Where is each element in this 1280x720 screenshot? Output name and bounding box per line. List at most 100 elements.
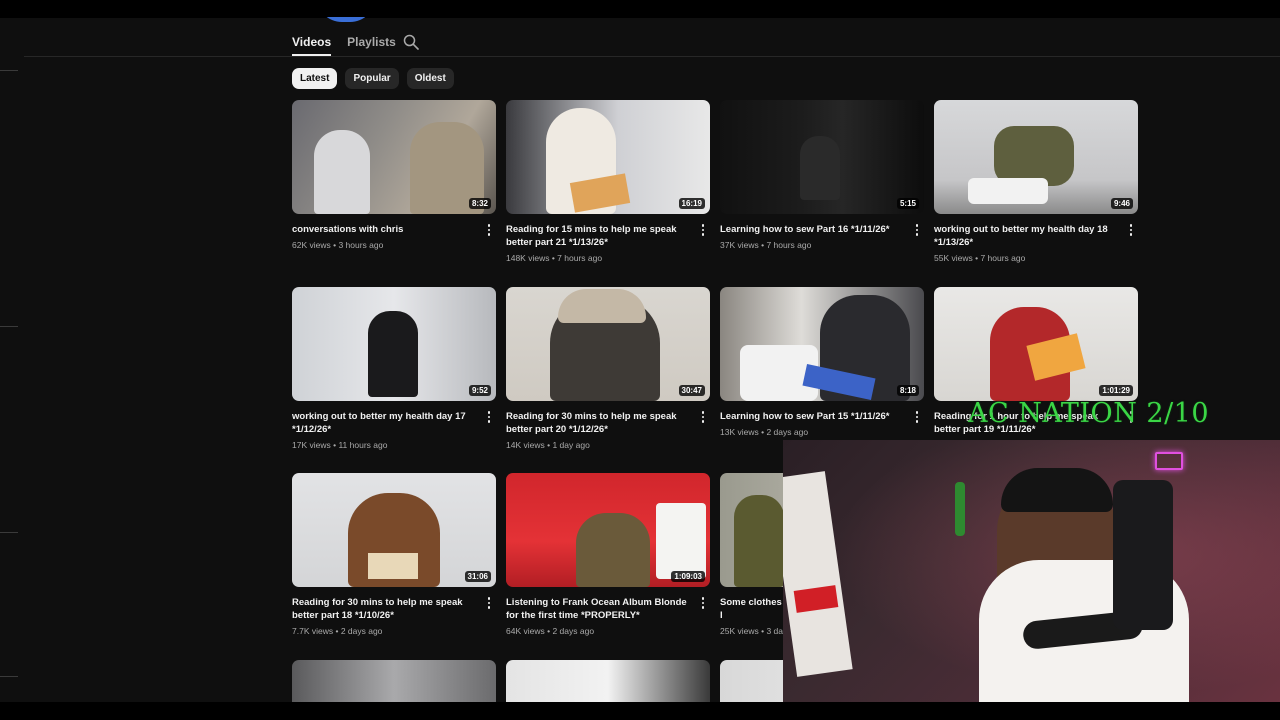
more-options-icon[interactable]	[484, 410, 494, 424]
thumbnail-figure	[734, 495, 783, 587]
video-views: 14K views	[506, 440, 545, 450]
more-options-icon[interactable]	[484, 223, 494, 237]
thumbnail-hat	[558, 289, 646, 323]
video-thumbnail[interactable]: 1:09:03	[506, 473, 710, 587]
video-duration: 5:15	[896, 198, 919, 209]
sidebar-divider	[0, 326, 18, 327]
video-duration: 31:06	[464, 571, 491, 582]
video-views: 25K views	[720, 626, 759, 636]
video-duration: 9:46	[1110, 198, 1133, 209]
video-age: 3 day	[766, 626, 783, 636]
video-title[interactable]: working out to better my health day 18 *…	[934, 223, 1120, 249]
sort-chips: Latest Popular Oldest	[292, 68, 454, 89]
video-thumbnail[interactable]: 5:15	[720, 100, 924, 214]
more-options-icon[interactable]	[484, 596, 494, 610]
video-thumbnail[interactable]	[506, 660, 710, 702]
video-duration: 16:19	[678, 198, 705, 209]
video-stats: 25K views • 3 day	[720, 626, 783, 636]
video-stats: 62K views • 3 hours ago	[292, 240, 384, 250]
video-thumbnail[interactable]: 9:46	[934, 100, 1138, 214]
thumbnail-bench	[968, 178, 1048, 204]
more-options-icon[interactable]	[698, 410, 708, 424]
video-card: 1:09:03 Listening to Frank Ocean Album B…	[506, 473, 710, 636]
tab-playlists[interactable]: Playlists	[347, 28, 396, 56]
video-card: 30:47 Reading for 30 mins to help me spe…	[506, 287, 710, 450]
video-views: 64K views	[506, 626, 545, 636]
video-card: 9:52 working out to better my health day…	[292, 287, 496, 450]
video-thumbnail[interactable]: 30:47	[506, 287, 710, 401]
thumbnail-figure	[994, 126, 1074, 186]
video-stats: 7.7K views • 2 days ago	[292, 626, 383, 636]
video-views: 62K views	[292, 240, 331, 250]
video-thumbnail[interactable]: 1:01:29	[934, 287, 1138, 401]
sidebar-divider	[0, 676, 18, 677]
video-stats: 148K views • 7 hours ago	[506, 253, 603, 263]
video-title[interactable]: working out to better my health day 17 *…	[292, 410, 478, 436]
video-views: 148K views	[506, 253, 550, 263]
video-thumbnail[interactable]	[720, 473, 783, 587]
video-age: 7 hours ago	[766, 240, 812, 250]
more-options-icon[interactable]	[698, 596, 708, 610]
chip-oldest[interactable]: Oldest	[406, 68, 454, 89]
video-views: 13K views	[720, 427, 759, 437]
more-options-icon[interactable]	[912, 410, 922, 424]
video-card	[506, 660, 710, 702]
video-views: 55K views	[934, 253, 973, 263]
video-age: 2 days ago	[552, 626, 595, 636]
channel-tabs: Videos Playlists	[292, 28, 396, 56]
video-stats: 14K views • 1 day ago	[506, 440, 590, 450]
tab-videos[interactable]: Videos	[292, 28, 332, 56]
thumbnail-figure	[314, 130, 370, 214]
more-options-icon[interactable]	[1126, 223, 1136, 237]
chip-latest[interactable]: Latest	[292, 68, 338, 89]
video-title[interactable]: Listening to Frank Ocean Album Blonde fo…	[506, 596, 692, 622]
sidebar-divider	[0, 532, 18, 533]
video-card: 5:15 Learning how to sew Part 16 *1/11/2…	[720, 100, 924, 250]
video-thumbnail[interactable]	[292, 660, 496, 702]
video-thumbnail[interactable]: 8:32	[292, 100, 496, 214]
video-title[interactable]: Reading for 30 mins to help me speak bet…	[506, 410, 692, 436]
video-thumbnail[interactable]: 8:18	[720, 287, 924, 401]
video-title[interactable]: conversations with chris	[292, 223, 478, 236]
video-title[interactable]: Some clothes I	[720, 596, 783, 622]
more-options-icon[interactable]	[912, 223, 922, 237]
video-age: 11 hours ago	[338, 440, 388, 450]
video-card: 9:46 working out to better my health day…	[934, 100, 1138, 263]
video-card: 16:19 Reading for 15 mins to help me spe…	[506, 100, 710, 263]
video-views: 17K views	[292, 440, 331, 450]
thumbnail-figure	[576, 513, 650, 587]
more-options-icon[interactable]	[698, 223, 708, 237]
webcam-overlay	[783, 440, 1280, 720]
video-duration: 30:47	[678, 385, 705, 396]
webcam-neon-sign	[1155, 452, 1183, 470]
video-age: 1 day ago	[552, 440, 590, 450]
video-card	[292, 660, 496, 702]
video-stats: 13K views • 2 days ago	[720, 427, 809, 437]
video-title[interactable]: Reading for 30 mins to help me speak bet…	[292, 596, 478, 622]
video-age: 7 hours ago	[557, 253, 603, 263]
video-duration: 1:09:03	[671, 571, 705, 582]
video-title[interactable]: Learning how to sew Part 16 *1/11/26*	[720, 223, 906, 236]
video-stats: 55K views • 7 hours ago	[934, 253, 1026, 263]
video-views: 7.7K views	[292, 626, 334, 636]
video-age: 2 days ago	[766, 427, 809, 437]
video-thumbnail[interactable]: 31:06	[292, 473, 496, 587]
video-title[interactable]: Learning how to sew Part 15 *1/11/26*	[720, 410, 906, 423]
webcam-bottle	[955, 482, 965, 536]
video-card: 31:06 Reading for 30 mins to help me spe…	[292, 473, 496, 636]
video-thumbnail[interactable]: 16:19	[506, 100, 710, 214]
video-thumbnail[interactable]: 9:52	[292, 287, 496, 401]
overlay-text: AC NATION 2/10	[968, 398, 1210, 429]
video-card: Some clothes I 25K views • 3 day	[720, 473, 783, 636]
video-duration: 8:18	[896, 385, 919, 396]
video-thumbnail[interactable]	[720, 660, 783, 702]
video-duration: 8:32	[468, 198, 491, 209]
chip-popular[interactable]: Popular	[345, 68, 399, 89]
search-icon[interactable]	[403, 34, 419, 50]
tabs-divider	[24, 56, 1280, 57]
video-title[interactable]: Reading for 15 mins to help me speak bet…	[506, 223, 692, 249]
video-card	[720, 660, 783, 702]
video-stats: 64K views • 2 days ago	[506, 626, 595, 636]
webcam-headband	[1001, 468, 1113, 512]
channel-avatar[interactable]	[316, 0, 376, 22]
